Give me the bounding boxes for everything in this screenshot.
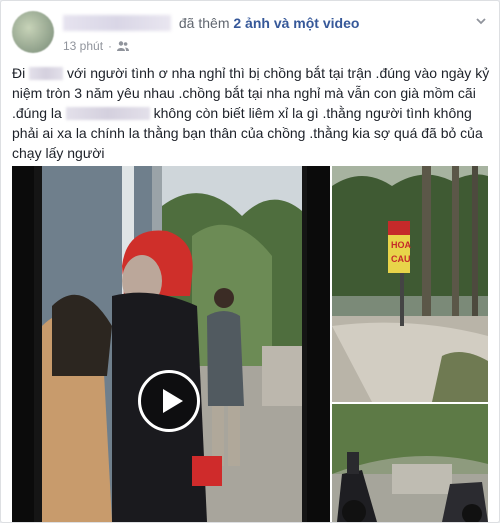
chevron-down-icon[interactable] xyxy=(475,15,487,27)
meta-separator: · xyxy=(108,39,113,53)
post-meta: 13 phút · xyxy=(63,39,130,53)
video-scene xyxy=(12,166,330,522)
post-line-1b: với người tình ơ nha nghỉ thì bị chồng b… xyxy=(67,65,490,81)
street-photo: HOA CAU xyxy=(332,166,488,402)
sign-text-hoa: HOA xyxy=(391,240,412,250)
added-media-link[interactable]: 2 ảnh và một video xyxy=(233,15,359,31)
post-line-3a: .đúng la xyxy=(12,105,62,121)
friends-icon[interactable] xyxy=(117,40,130,52)
media-grid: HOA CAU xyxy=(1,166,499,522)
play-icon xyxy=(163,389,183,413)
post-line-4: phải ai xa la chính la thằng bạn thân củ… xyxy=(12,125,483,141)
post-line-1a: Đi xyxy=(12,65,26,81)
play-button[interactable] xyxy=(138,370,200,432)
author-name-blurred[interactable] xyxy=(63,15,171,31)
sign-text-cau: CAU xyxy=(391,254,411,264)
post-text: Đi với người tình ơ nha nghỉ thì bị chồn… xyxy=(12,63,490,163)
post-line-3: .đúng la không còn biết liêm xỉ la gì .t… xyxy=(12,103,490,123)
post-header: đã thêm 2 ảnh và một video xyxy=(63,15,359,31)
post-line-2: niệm tròn 3 năm yêu nhau .chồng bắt tại … xyxy=(12,85,476,101)
post-card: đã thêm 2 ảnh và một video 13 phút · Đi … xyxy=(0,0,500,523)
blurred-name xyxy=(29,67,64,80)
timestamp[interactable]: 13 phút xyxy=(63,39,103,53)
photo-motorbikes[interactable] xyxy=(332,404,488,522)
motorbike-photo xyxy=(332,404,488,522)
video-thumbnail[interactable] xyxy=(12,166,330,522)
post-line-3b: không còn biết liêm xỉ la gì .thằng ngườ… xyxy=(153,105,472,121)
blurred-name xyxy=(65,107,150,120)
photo-street-sign[interactable]: HOA CAU xyxy=(332,166,488,402)
post-line-5: chạy lấy người xyxy=(12,145,105,161)
post-line-1: Đi với người tình ơ nha nghỉ thì bị chồn… xyxy=(12,63,490,83)
added-text: đã thêm xyxy=(178,15,230,31)
avatar[interactable] xyxy=(12,11,54,53)
